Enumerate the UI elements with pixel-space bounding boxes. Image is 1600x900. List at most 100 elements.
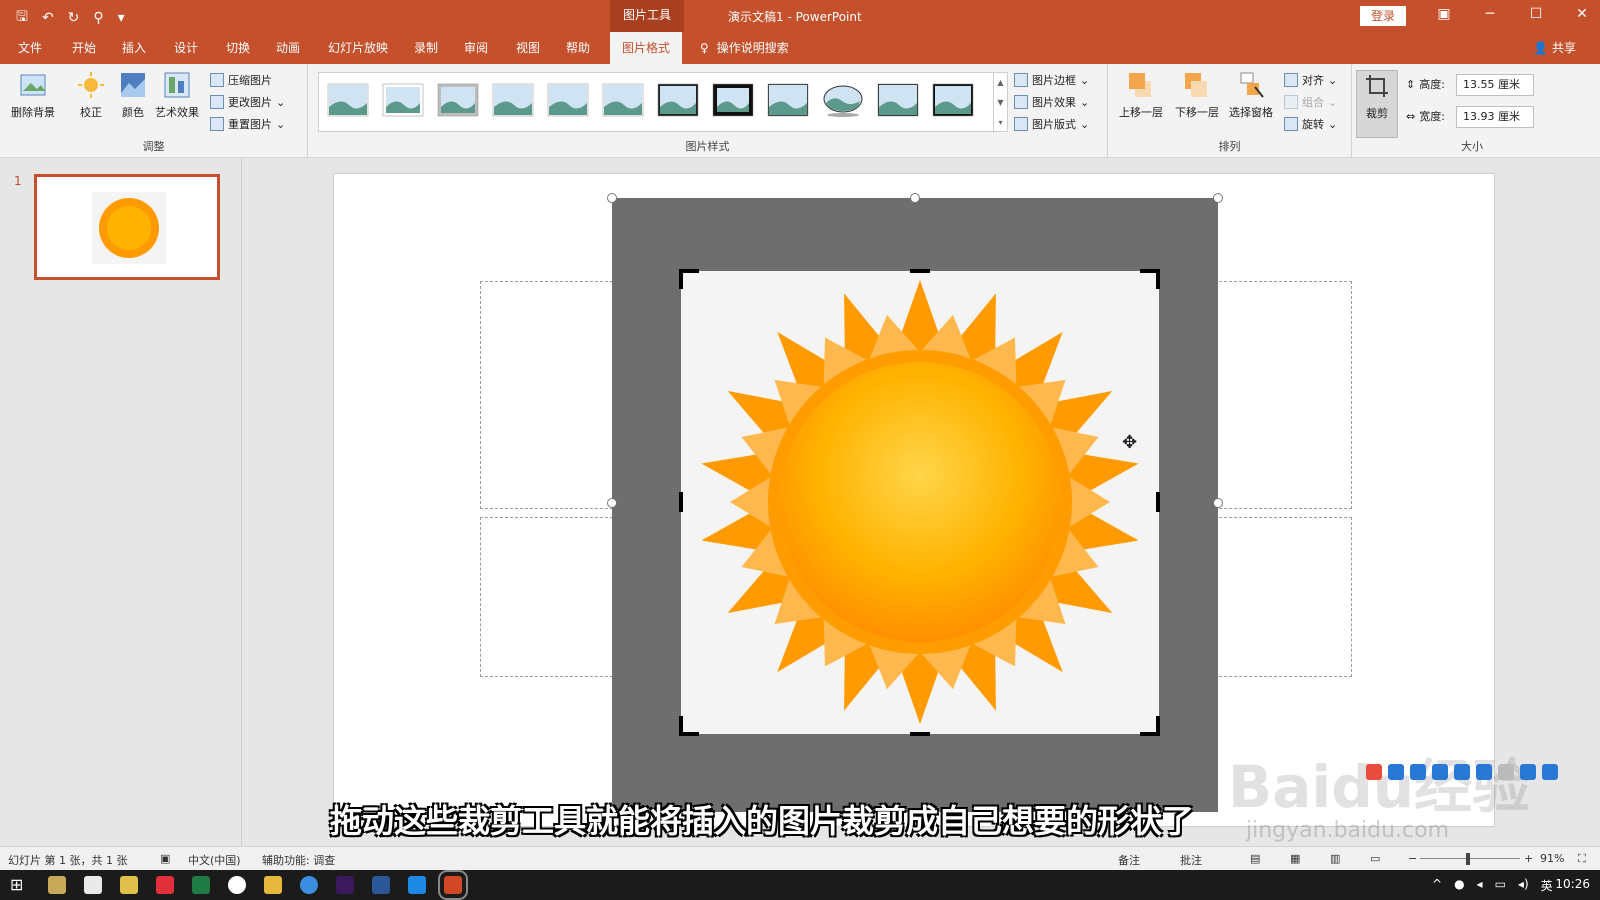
minimize-icon[interactable]: ─ (1482, 6, 1498, 22)
picture-layout-button[interactable]: 图片版式 ⌄ (1014, 114, 1089, 134)
ime-icon[interactable] (1476, 764, 1492, 780)
zoom-level[interactable]: 91% (1540, 852, 1564, 865)
send-backward-button[interactable]: 下移一层 (1172, 70, 1222, 120)
ime-icon[interactable] (1388, 764, 1404, 780)
ime-icon[interactable] (1454, 764, 1470, 780)
picture-style-option[interactable] (712, 83, 754, 117)
taskbar-app-icon[interactable] (156, 876, 174, 894)
crop-handle-top[interactable] (910, 269, 930, 273)
tab-animations[interactable]: 动画 (276, 32, 300, 64)
tab-file[interactable]: 文件 (18, 32, 42, 64)
tab-picture-format[interactable]: 图片格式 (610, 32, 683, 64)
compress-pictures-button[interactable]: 压缩图片 (210, 70, 272, 90)
slide-canvas[interactable]: 单 题 ✥ (333, 173, 1495, 827)
taskbar-app-icon[interactable] (408, 876, 426, 894)
powerpoint-icon[interactable] (438, 870, 468, 900)
volume-icon[interactable]: ◂) (1518, 877, 1529, 894)
tell-me-search[interactable]: ♀ 操作说明搜索 (700, 32, 789, 64)
crop-handle-bottom[interactable] (910, 732, 930, 736)
crop-handle-top-right-v[interactable] (1156, 269, 1160, 289)
spellcheck-icon[interactable]: ▣ (160, 852, 170, 865)
picture-style-option[interactable] (822, 83, 864, 117)
zoom-in-icon[interactable]: + (1524, 852, 1533, 865)
ime-icon[interactable] (1542, 764, 1558, 780)
picture-style-option[interactable] (602, 83, 644, 117)
start-slideshow-icon[interactable]: ⚲ (93, 10, 103, 26)
ime-icon[interactable] (1366, 764, 1382, 780)
ime-icon[interactable] (1410, 764, 1426, 780)
tab-slideshow[interactable]: 幻灯片放映 (328, 32, 388, 64)
excel-icon[interactable] (192, 876, 210, 894)
reset-picture-button[interactable]: 重置图片 ⌄ (210, 114, 285, 134)
picture-style-option[interactable] (547, 83, 589, 117)
tab-record[interactable]: 录制 (414, 32, 438, 64)
tab-review[interactable]: 审阅 (464, 32, 488, 64)
tab-insert[interactable]: 插入 (122, 32, 146, 64)
tab-view[interactable]: 视图 (516, 32, 540, 64)
picture-effects-button[interactable]: 图片效果 ⌄ (1014, 92, 1089, 112)
crop-handle-top-left-v[interactable] (679, 269, 683, 289)
taskbar-app-icon[interactable] (228, 876, 246, 894)
picture-style-option[interactable] (657, 83, 699, 117)
close-icon[interactable]: ✕ (1574, 6, 1590, 22)
taskbar-app-icon[interactable] (120, 876, 138, 894)
ime-icon[interactable] (1520, 764, 1536, 780)
slide-thumbnail[interactable] (34, 174, 220, 280)
view-reading-icon[interactable]: ▥ (1330, 852, 1340, 865)
rotate-button[interactable]: 旋转 ⌄ (1284, 114, 1337, 134)
word-icon[interactable] (372, 876, 390, 894)
resize-handle-top-right[interactable] (1213, 193, 1223, 203)
taskbar-app-icon[interactable] (84, 876, 102, 894)
view-slideshow-icon[interactable]: ▭ (1370, 852, 1380, 865)
crop-handle-left[interactable] (679, 492, 683, 512)
bring-forward-button[interactable]: 上移一层 (1116, 70, 1166, 120)
tab-design[interactable]: 设计 (174, 32, 198, 64)
picture-style-option[interactable] (932, 83, 974, 117)
change-picture-button[interactable]: 更改图片 ⌄ (210, 92, 285, 112)
share-button[interactable]: 👤 共享 (1533, 32, 1576, 64)
ime-icon[interactable] (1432, 764, 1448, 780)
comments-button[interactable]: 批注 (1180, 852, 1202, 868)
remove-background-button[interactable]: 删除背景 (8, 70, 58, 120)
resize-handle-left[interactable] (607, 498, 617, 508)
picture-style-option[interactable] (767, 83, 809, 117)
file-explorer-icon[interactable] (264, 876, 282, 894)
sun-picture[interactable] (681, 271, 1159, 734)
picture-style-option[interactable] (382, 83, 424, 117)
maximize-icon[interactable]: ☐ (1528, 6, 1544, 22)
width-input[interactable]: 13.93 厘米 (1456, 106, 1534, 128)
resize-handle-right[interactable] (1213, 498, 1223, 508)
login-button[interactable]: 登录 (1360, 6, 1406, 26)
notes-button[interactable]: 备注 (1118, 852, 1140, 868)
picture-style-option[interactable] (327, 83, 369, 117)
save-icon[interactable]: 🖫 (16, 6, 28, 30)
taskbar-clock[interactable]: 10:26 (1555, 877, 1590, 891)
browser-icon[interactable] (300, 876, 318, 894)
tray-volume-muted-icon[interactable]: ◂ (1477, 877, 1483, 894)
fit-to-window-icon[interactable]: ⛶ (1578, 852, 1586, 866)
premiere-icon[interactable] (336, 876, 354, 894)
view-normal-icon[interactable]: ▤ (1250, 852, 1260, 865)
zoom-slider[interactable] (1420, 858, 1520, 859)
zoom-out-icon[interactable]: − (1408, 852, 1417, 865)
crop-handle-bottom-left-v[interactable] (679, 716, 683, 736)
undo-icon[interactable]: ↶ (42, 10, 54, 26)
align-button[interactable]: 对齐 ⌄ (1284, 70, 1337, 90)
ime-icon[interactable] (1498, 764, 1514, 780)
redo-icon[interactable]: ↻ (68, 10, 80, 26)
picture-border-button[interactable]: 图片边框 ⌄ (1014, 70, 1089, 90)
network-icon[interactable]: ▭ (1495, 877, 1506, 894)
tray-app-icon[interactable]: ● (1454, 877, 1464, 894)
tab-home[interactable]: 开始 (72, 32, 96, 64)
crop-handle-bottom-right-v[interactable] (1156, 716, 1160, 736)
picture-style-option[interactable] (492, 83, 534, 117)
resize-handle-top-left[interactable] (607, 193, 617, 203)
crop-handle-right[interactable] (1156, 492, 1160, 512)
ribbon-display-options-icon[interactable]: ▣ (1436, 6, 1452, 22)
zoom-slider-thumb[interactable] (1466, 853, 1470, 865)
crop-button[interactable]: 裁剪 (1356, 70, 1398, 138)
color-button[interactable]: 颜色 (108, 70, 158, 120)
customize-qat-icon[interactable]: ▾ (118, 10, 125, 26)
tab-transitions[interactable]: 切换 (226, 32, 250, 64)
picture-style-option[interactable] (877, 83, 919, 117)
